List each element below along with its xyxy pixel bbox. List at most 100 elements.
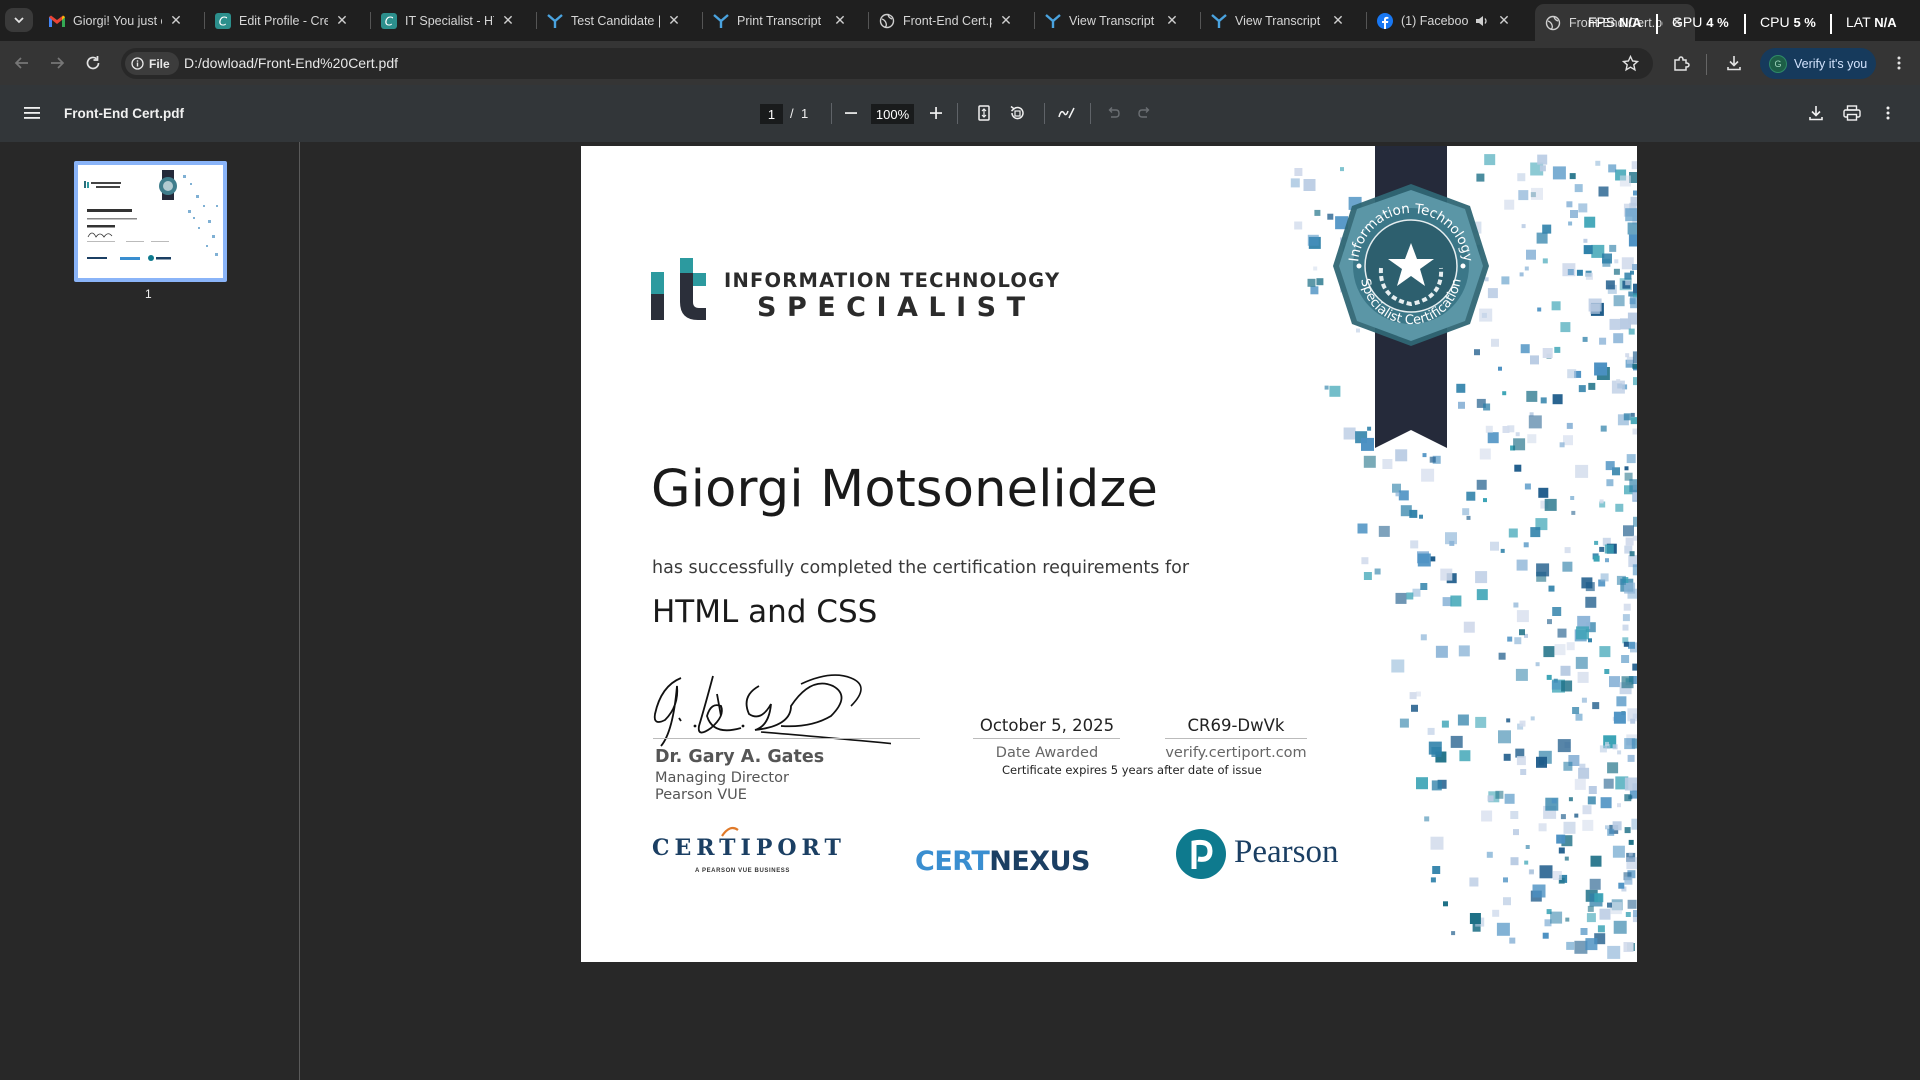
perf-cpu-value: 5 % [1793, 15, 1816, 30]
rotate-button[interactable] [1004, 100, 1030, 126]
course-title: HTML and CSS [652, 594, 878, 630]
pixel-square [1599, 908, 1611, 920]
pixel-square [1621, 676, 1634, 689]
zoom-out-button[interactable] [838, 100, 864, 126]
tab-gmail[interactable]: Giorgi! You just earned ✕ [39, 6, 194, 35]
pixel-square [1430, 877, 1436, 883]
tab-title: IT Specialist - HTML [405, 13, 494, 28]
tab-title: Giorgi! You just earned [73, 13, 162, 28]
pixel-square [1575, 464, 1589, 478]
pixel-square [1507, 636, 1513, 642]
pixel-square [1633, 190, 1637, 196]
close-icon[interactable]: ✕ [832, 12, 848, 29]
pixel-square [1613, 711, 1626, 724]
site-info-chip[interactable]: File [125, 52, 179, 75]
close-icon[interactable]: ✕ [998, 12, 1014, 29]
close-icon[interactable]: ✕ [1164, 12, 1180, 29]
forward-button[interactable] [43, 49, 71, 77]
close-icon[interactable]: ✕ [1496, 12, 1512, 29]
print-button[interactable] [1839, 100, 1865, 126]
page-thumbnail[interactable] [74, 161, 227, 282]
close-icon[interactable]: ✕ [334, 12, 350, 29]
bookmark-star-icon[interactable] [1621, 54, 1640, 77]
pixel-square [1399, 718, 1409, 728]
undo-button[interactable] [1100, 100, 1126, 126]
thumbnail-image [84, 170, 218, 261]
pixel-square [1582, 819, 1594, 831]
perf-lat-label: LAT [1846, 14, 1871, 30]
pixel-square [1495, 790, 1504, 799]
verification-url: verify.certiport.com [1165, 745, 1307, 761]
tab-print-transcript[interactable]: Print Transcript ✕ [703, 6, 858, 35]
redo-button[interactable] [1132, 100, 1158, 126]
pixel-square [1574, 184, 1583, 193]
pixel-square [1580, 928, 1588, 935]
pixel-square [1607, 762, 1619, 774]
tab-view-transcript-2[interactable]: View Transcript ✕ [1201, 6, 1356, 35]
tab-test-candidate[interactable]: Test Candidate | M ✕ [537, 6, 692, 35]
pixel-square [1608, 164, 1617, 173]
downloads-button[interactable] [1720, 49, 1748, 77]
sidebar-toggle-button[interactable] [19, 100, 45, 126]
tab-title: Edit Profile - Credly [239, 13, 328, 28]
signer-name: Dr. Gary A. Gates [655, 747, 825, 767]
extensions-button[interactable] [1667, 49, 1695, 77]
tab-view-transcript[interactable]: View Transcript ✕ [1035, 6, 1190, 35]
pixel-square [1588, 382, 1596, 390]
pixel-square [1624, 466, 1629, 471]
pixel-square [1624, 827, 1631, 834]
url-text[interactable]: D:/dowload/Front-End%20Cert.pdf [184, 55, 398, 71]
zoom-input[interactable]: 100% [871, 104, 914, 124]
address-bar[interactable]: File D:/dowload/Front-End%20Cert.pdf [121, 48, 1653, 79]
perf-gpu-value: 4 % [1706, 15, 1729, 30]
rotate-icon [1010, 105, 1024, 120]
reload-button[interactable] [79, 49, 107, 77]
browser-menu-button[interactable] [1885, 49, 1913, 77]
pixel-square [1536, 563, 1550, 577]
pixel-square [1589, 878, 1601, 890]
pixel-square [1421, 468, 1435, 482]
download-pdf-button[interactable] [1803, 100, 1829, 126]
fit-page-button[interactable] [971, 100, 997, 126]
pixel-square [1513, 829, 1519, 836]
pixel-square [1625, 280, 1631, 286]
thumbnail-preview [78, 165, 223, 278]
close-icon[interactable]: ✕ [500, 12, 516, 29]
close-icon[interactable]: ✕ [168, 12, 184, 29]
pixel-square [1443, 901, 1448, 907]
pixel-square [1463, 621, 1475, 633]
speaker-icon[interactable] [1474, 13, 1490, 29]
pixel-square [1560, 814, 1566, 820]
pixel-square [1575, 656, 1588, 669]
verify-identity-button[interactable]: G Verify it's you [1760, 48, 1876, 79]
tab-front-end-cert[interactable]: Front-End Cert.pdf ✕ [869, 6, 1024, 35]
page-number-input[interactable]: 1 [760, 104, 783, 124]
tab-credly-edit-profile[interactable]: C Edit Profile - Credly ✕ [205, 6, 360, 35]
pixel-square [1631, 161, 1637, 170]
zoom-in-button[interactable] [923, 100, 949, 126]
certnexus-logo: CERTNEXUS [915, 846, 1090, 877]
tab-search-button[interactable] [5, 8, 33, 32]
pixel-square [1578, 385, 1586, 393]
pixel-square [1628, 641, 1635, 649]
pixel-square [1568, 797, 1573, 802]
pixel-square [1612, 744, 1618, 750]
expiry-note: Certificate expires 5 years after date o… [1002, 763, 1262, 777]
gmail-icon [49, 13, 65, 29]
pdf-more-button[interactable] [1875, 100, 1901, 126]
tab-facebook[interactable]: (1) Facebook ✕ [1367, 6, 1522, 35]
pixel-square [1483, 498, 1487, 503]
back-button[interactable] [8, 49, 36, 77]
pixel-square [1613, 295, 1625, 307]
close-icon[interactable]: ✕ [1330, 12, 1346, 29]
tab-it-specialist[interactable]: C IT Specialist - HTML ✕ [371, 6, 526, 35]
pixel-square [1600, 797, 1612, 809]
close-icon[interactable]: ✕ [666, 12, 682, 29]
annotate-button[interactable] [1054, 100, 1080, 126]
pixel-square [1616, 696, 1627, 707]
pixel-square [1592, 702, 1600, 710]
pixel-square [1513, 602, 1519, 608]
pixel-square [1516, 559, 1528, 571]
pixel-square [1466, 515, 1471, 520]
pixel-square [1599, 337, 1607, 345]
